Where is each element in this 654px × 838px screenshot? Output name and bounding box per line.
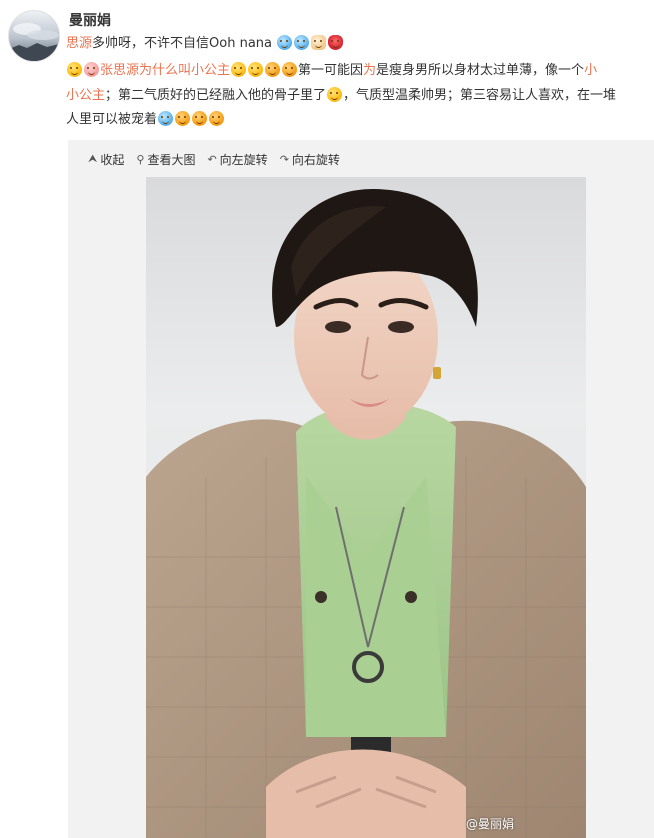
post-line-1: 思源多帅呀，不许不自信Ooh nana <box>66 35 344 53</box>
magnifier-icon: ⚲ <box>136 152 145 166</box>
emoji-icon <box>282 62 298 77</box>
emoji-icon <box>67 62 82 77</box>
emoji-icon <box>294 35 310 50</box>
rotate-right-label: 向右旋转 <box>291 152 340 167</box>
emoji-icon <box>158 111 174 126</box>
post-text: 第一可能因 <box>298 63 364 78</box>
post-text: 多帅呀，不许不自信Ooh nana <box>92 36 272 51</box>
view-large-label: 查看大图 <box>147 152 196 167</box>
author-name[interactable]: 曼丽娟 <box>69 10 111 30</box>
emoji-icon <box>277 35 293 50</box>
image-watermark: @曼丽娟 <box>465 817 514 831</box>
post-line-2: 张思源为什么叫小公主 第一可能因为是瘦身男所以身材太过单薄，像一个小 <box>66 62 597 80</box>
post-text-highlight: 为 <box>363 63 377 78</box>
image-toolbar: ⮝ 收起 ⚲ 查看大图 ↶ 向左旋转 ↷ 向右旋转 <box>88 150 340 168</box>
avatar-image <box>9 11 59 61</box>
post-line-3: 小公主；第二气质好的已经融入他的骨子里了 ，气质型温柔帅男；第三容易让人喜欢，在一… <box>66 87 616 105</box>
post-text-highlight: 小 <box>584 63 598 78</box>
rotate-left-icon: ↶ <box>207 152 217 166</box>
post-text: 是瘦身男所以身材太过单薄，像一个 <box>376 63 585 78</box>
post-photo[interactable]: @曼丽娟 <box>146 177 586 838</box>
rotate-right-icon: ↷ <box>279 152 289 166</box>
post-text: ，气质型温柔帅男；第三容易让人喜欢，在一堆 <box>343 88 617 103</box>
post-text: 人里可以被宠着 <box>66 112 158 127</box>
view-large-button[interactable]: ⚲ 查看大图 <box>136 151 195 168</box>
rose-emoji-icon <box>328 35 344 50</box>
emoji-icon <box>265 62 281 77</box>
rotate-left-button[interactable]: ↶ 向左旋转 <box>207 151 267 168</box>
emoji-icon <box>84 62 99 77</box>
post-text-highlight: 小公主 <box>66 88 106 103</box>
rotate-right-button[interactable]: ↷ 向右旋转 <box>280 151 340 168</box>
topic-link[interactable]: 张思源为什么叫小公主 <box>100 63 230 78</box>
emoji-icon <box>192 111 208 126</box>
post-line-4: 人里可以被宠着 <box>66 111 225 129</box>
rotate-left-label: 向左旋转 <box>219 152 268 167</box>
emoji-icon <box>209 111 225 126</box>
post-text: ；第二气质好的已经融入他的骨子里了 <box>105 88 327 103</box>
portrait-illustration <box>146 188 586 838</box>
emoji-icon <box>175 111 191 126</box>
collapse-icon: ⮝ <box>88 152 98 165</box>
mention-link[interactable]: 思源 <box>66 36 92 51</box>
collapse-label: 收起 <box>100 152 125 167</box>
emoji-icon <box>248 62 264 77</box>
collapse-button[interactable]: ⮝ 收起 <box>88 151 124 168</box>
emoji-icon <box>327 87 343 102</box>
cat-emoji-icon <box>311 35 327 50</box>
emoji-icon <box>231 62 247 77</box>
author-avatar[interactable] <box>8 10 60 62</box>
